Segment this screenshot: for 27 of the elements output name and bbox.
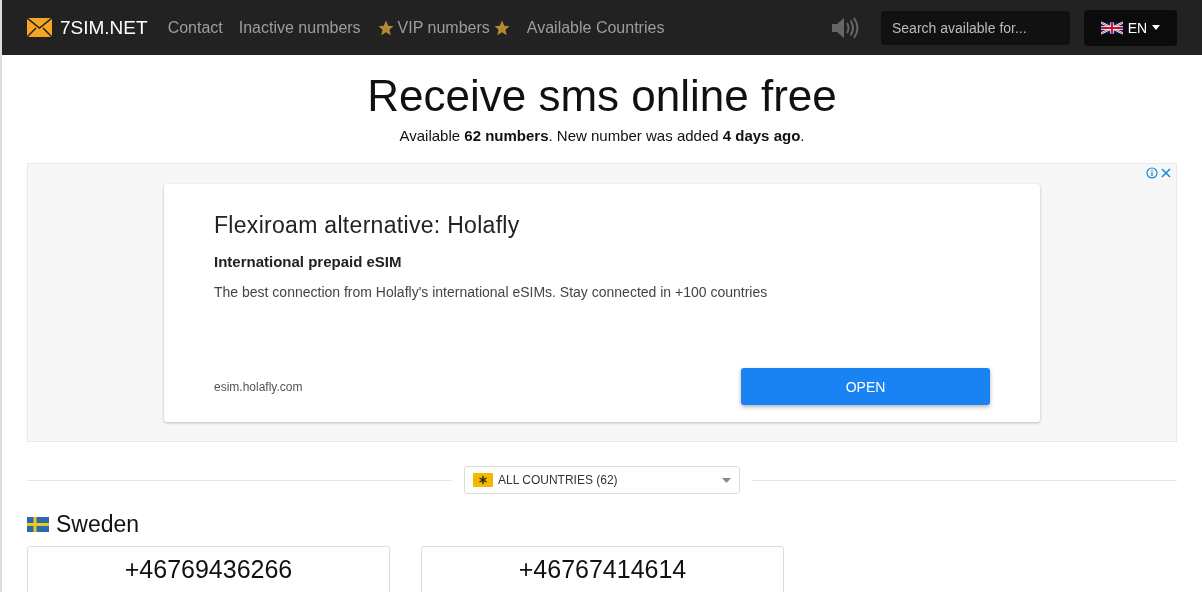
asterisk-icon [473, 473, 493, 487]
open-button[interactable]: OPEN [741, 368, 990, 405]
sweden-flag-icon [27, 517, 49, 532]
nav-link[interactable]: Contact [159, 18, 231, 37]
page-subtitle: Available 62 numbers. New number was added 4 days ago. [398, 127, 806, 144]
speaker-icon[interactable] [831, 16, 859, 39]
ad-domain: esim.holafly.com [214, 379, 303, 394]
ad-headline: Flexiroam alternative: Holafly [214, 212, 521, 239]
info-icon[interactable] [1146, 167, 1158, 179]
phone-number-card[interactable]: +46767414614 [421, 546, 784, 592]
nav-link[interactable]: Available Countries [518, 18, 673, 37]
close-icon[interactable] [1160, 167, 1172, 179]
page-title: Receive sms online free [366, 71, 838, 121]
language-button[interactable]: EN [1084, 9, 1177, 46]
search-field[interactable]: Search available for... [881, 10, 1070, 45]
country-heading: Sweden [56, 511, 140, 538]
site-logo[interactable]: 7SIM.NET [60, 16, 148, 39]
nav-link[interactable]: Inactive numbers [230, 18, 369, 37]
phone-number-card[interactable]: +46769436266 [27, 546, 390, 592]
ad-subheadline: International prepaid eSIM [214, 253, 403, 270]
dropdown-caret-icon [722, 477, 731, 483]
nav-link[interactable]: VIP numbers [368, 18, 519, 37]
country-select[interactable]: ALL COUNTRIES (62) [464, 466, 740, 494]
ad-description: The best connection from Holafly's international eSIMs. Stay connected in +100 countries [214, 284, 769, 300]
uk-flag-icon [1100, 20, 1123, 35]
envelope-icon [27, 18, 52, 37]
caret-icon [1152, 25, 1161, 30]
